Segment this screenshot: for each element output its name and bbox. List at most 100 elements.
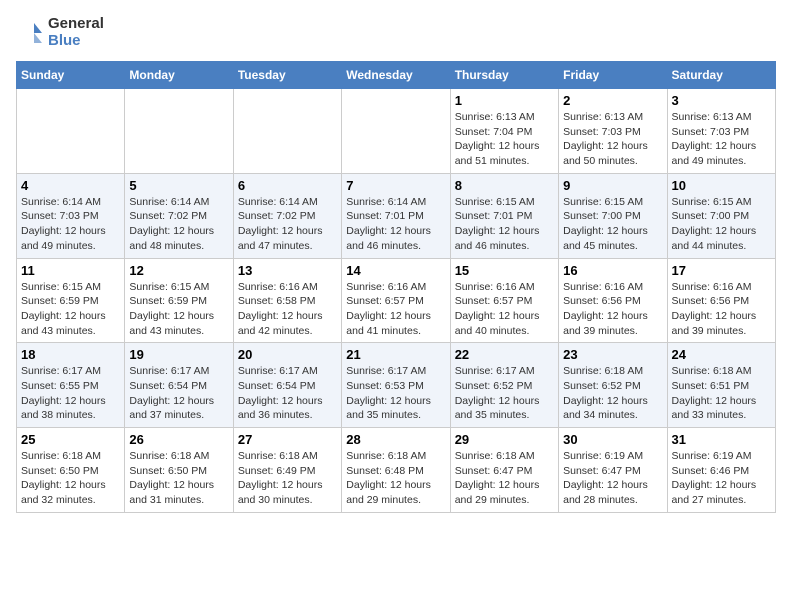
calendar-cell: 23 Sunrise: 6:18 AM Sunset: 6:52 PM Dayli… <box>559 343 667 428</box>
day-info: Sunrise: 6:16 AM Sunset: 6:57 PM Dayligh… <box>455 280 554 339</box>
day-info: Sunrise: 6:13 AM Sunset: 7:03 PM Dayligh… <box>563 110 662 169</box>
calendar-cell: 20Sunrise: 6:17 AM Sunset: 6:54 PM Dayli… <box>233 343 341 428</box>
day-header-sunday: Sunday <box>17 62 125 89</box>
day-number: 21 <box>346 347 445 362</box>
day-number: 9 <box>563 178 662 193</box>
calendar-cell: 9Sunrise: 6:15 AM Sunset: 7:00 PM Daylig… <box>559 173 667 258</box>
day-number: 27 <box>238 432 337 447</box>
day-info: Sunrise: 6:19 AM Sunset: 6:46 PM Dayligh… <box>672 449 771 508</box>
logo: General Blue <box>16 16 104 49</box>
day-number: 30 <box>563 432 662 447</box>
calendar-cell: 21 Sunrise: 6:17 AM Sunset: 6:53 PM Dayli… <box>342 343 450 428</box>
day-info: Sunrise: 6:18 AM Sunset: 6:47 PM Dayligh… <box>455 449 554 508</box>
calendar-cell: 18 Sunrise: 6:17 AM Sunset: 6:55 PM Dayli… <box>17 343 125 428</box>
day-info: Sunrise: 6:15 AM Sunset: 7:01 PM Dayligh… <box>455 195 554 254</box>
calendar-cell <box>233 89 341 174</box>
calendar-cell: 29 Sunrise: 6:18 AM Sunset: 6:47 PM Dayli… <box>450 428 558 513</box>
day-info: Sunrise: 6:17 AM Sunset: 6:54 PM Dayligh… <box>129 364 228 423</box>
day-number: 5 <box>129 178 228 193</box>
calendar-cell: 17Sunrise: 6:16 AM Sunset: 6:56 PM Dayli… <box>667 258 775 343</box>
day-info: Sunrise: 6:16 AM Sunset: 6:56 PM Dayligh… <box>563 280 662 339</box>
calendar-cell: 31 Sunrise: 6:19 AM Sunset: 6:46 PM Dayli… <box>667 428 775 513</box>
day-info: Sunrise: 6:15 AM Sunset: 6:59 PM Dayligh… <box>21 280 120 339</box>
day-number: 12 <box>129 263 228 278</box>
day-info: Sunrise: 6:14 AM Sunset: 7:01 PM Dayligh… <box>346 195 445 254</box>
calendar-cell: 28 Sunrise: 6:18 AM Sunset: 6:48 PM Dayli… <box>342 428 450 513</box>
day-number: 23 <box>563 347 662 362</box>
day-info: Sunrise: 6:16 AM Sunset: 6:58 PM Dayligh… <box>238 280 337 339</box>
day-info: Sunrise: 6:14 AM Sunset: 7:02 PM Dayligh… <box>129 195 228 254</box>
calendar-table: SundayMondayTuesdayWednesdayThursdayFrid… <box>16 61 776 513</box>
calendar-cell <box>125 89 233 174</box>
day-number: 4 <box>21 178 120 193</box>
day-header-monday: Monday <box>125 62 233 89</box>
calendar-cell: 12 Sunrise: 6:15 AM Sunset: 6:59 PM Dayli… <box>125 258 233 343</box>
logo-text: General Blue <box>16 16 104 49</box>
day-info: Sunrise: 6:15 AM Sunset: 6:59 PM Dayligh… <box>129 280 228 339</box>
calendar-cell: 7 Sunrise: 6:14 AM Sunset: 7:01 PM Daylig… <box>342 173 450 258</box>
calendar-cell: 2 Sunrise: 6:13 AM Sunset: 7:03 PM Daylig… <box>559 89 667 174</box>
day-info: Sunrise: 6:18 AM Sunset: 6:49 PM Dayligh… <box>238 449 337 508</box>
day-info: Sunrise: 6:18 AM Sunset: 6:52 PM Dayligh… <box>563 364 662 423</box>
day-info: Sunrise: 6:17 AM Sunset: 6:52 PM Dayligh… <box>455 364 554 423</box>
calendar-cell: 3 Sunrise: 6:13 AM Sunset: 7:03 PM Daylig… <box>667 89 775 174</box>
calendar-body: 1 Sunrise: 6:13 AM Sunset: 7:04 PM Daylig… <box>17 89 776 513</box>
calendar-cell: 26 Sunrise: 6:18 AM Sunset: 6:50 PM Dayli… <box>125 428 233 513</box>
calendar-cell: 22 Sunrise: 6:17 AM Sunset: 6:52 PM Dayli… <box>450 343 558 428</box>
day-info: Sunrise: 6:18 AM Sunset: 6:48 PM Dayligh… <box>346 449 445 508</box>
day-header-tuesday: Tuesday <box>233 62 341 89</box>
calendar-cell: 13 Sunrise: 6:16 AM Sunset: 6:58 PM Dayli… <box>233 258 341 343</box>
day-number: 7 <box>346 178 445 193</box>
calendar-cell: 19Sunrise: 6:17 AM Sunset: 6:54 PM Dayli… <box>125 343 233 428</box>
day-info: Sunrise: 6:15 AM Sunset: 7:00 PM Dayligh… <box>672 195 771 254</box>
day-number: 15 <box>455 263 554 278</box>
calendar-cell: 11Sunrise: 6:15 AM Sunset: 6:59 PM Dayli… <box>17 258 125 343</box>
day-info: Sunrise: 6:18 AM Sunset: 6:50 PM Dayligh… <box>21 449 120 508</box>
day-info: Sunrise: 6:14 AM Sunset: 7:03 PM Dayligh… <box>21 195 120 254</box>
day-header-friday: Friday <box>559 62 667 89</box>
day-number: 17 <box>672 263 771 278</box>
header-row: SundayMondayTuesdayWednesdayThursdayFrid… <box>17 62 776 89</box>
calendar-cell: 4 Sunrise: 6:14 AM Sunset: 7:03 PM Daylig… <box>17 173 125 258</box>
calendar-cell: 6Sunrise: 6:14 AM Sunset: 7:02 PM Daylig… <box>233 173 341 258</box>
day-info: Sunrise: 6:18 AM Sunset: 6:50 PM Dayligh… <box>129 449 228 508</box>
day-number: 16 <box>563 263 662 278</box>
day-number: 10 <box>672 178 771 193</box>
day-number: 13 <box>238 263 337 278</box>
calendar-cell: 1 Sunrise: 6:13 AM Sunset: 7:04 PM Daylig… <box>450 89 558 174</box>
day-number: 3 <box>672 93 771 108</box>
header: General Blue <box>16 16 776 49</box>
calendar-cell: 25Sunrise: 6:18 AM Sunset: 6:50 PM Dayli… <box>17 428 125 513</box>
week-row-3: 11Sunrise: 6:15 AM Sunset: 6:59 PM Dayli… <box>17 258 776 343</box>
calendar-cell: 24Sunrise: 6:18 AM Sunset: 6:51 PM Dayli… <box>667 343 775 428</box>
day-number: 22 <box>455 347 554 362</box>
day-info: Sunrise: 6:17 AM Sunset: 6:53 PM Dayligh… <box>346 364 445 423</box>
day-number: 29 <box>455 432 554 447</box>
calendar-cell <box>17 89 125 174</box>
day-number: 2 <box>563 93 662 108</box>
calendar-cell: 15 Sunrise: 6:16 AM Sunset: 6:57 PM Dayli… <box>450 258 558 343</box>
day-info: Sunrise: 6:13 AM Sunset: 7:04 PM Dayligh… <box>455 110 554 169</box>
calendar-cell: 5 Sunrise: 6:14 AM Sunset: 7:02 PM Daylig… <box>125 173 233 258</box>
day-number: 28 <box>346 432 445 447</box>
week-row-5: 25Sunrise: 6:18 AM Sunset: 6:50 PM Dayli… <box>17 428 776 513</box>
day-number: 1 <box>455 93 554 108</box>
day-info: Sunrise: 6:17 AM Sunset: 6:55 PM Dayligh… <box>21 364 120 423</box>
day-number: 26 <box>129 432 228 447</box>
day-info: Sunrise: 6:16 AM Sunset: 6:57 PM Dayligh… <box>346 280 445 339</box>
day-number: 18 <box>21 347 120 362</box>
day-header-thursday: Thursday <box>450 62 558 89</box>
logo-icon <box>16 19 44 47</box>
day-number: 24 <box>672 347 771 362</box>
day-number: 31 <box>672 432 771 447</box>
calendar-cell: 8 Sunrise: 6:15 AM Sunset: 7:01 PM Daylig… <box>450 173 558 258</box>
calendar-cell: 10 Sunrise: 6:15 AM Sunset: 7:00 PM Dayli… <box>667 173 775 258</box>
calendar-cell: 30Sunrise: 6:19 AM Sunset: 6:47 PM Dayli… <box>559 428 667 513</box>
day-info: Sunrise: 6:14 AM Sunset: 7:02 PM Dayligh… <box>238 195 337 254</box>
logo-blue: Blue <box>48 33 104 50</box>
calendar-header: SundayMondayTuesdayWednesdayThursdayFrid… <box>17 62 776 89</box>
day-info: Sunrise: 6:13 AM Sunset: 7:03 PM Dayligh… <box>672 110 771 169</box>
day-number: 8 <box>455 178 554 193</box>
week-row-4: 18 Sunrise: 6:17 AM Sunset: 6:55 PM Dayli… <box>17 343 776 428</box>
day-info: Sunrise: 6:17 AM Sunset: 6:54 PM Dayligh… <box>238 364 337 423</box>
